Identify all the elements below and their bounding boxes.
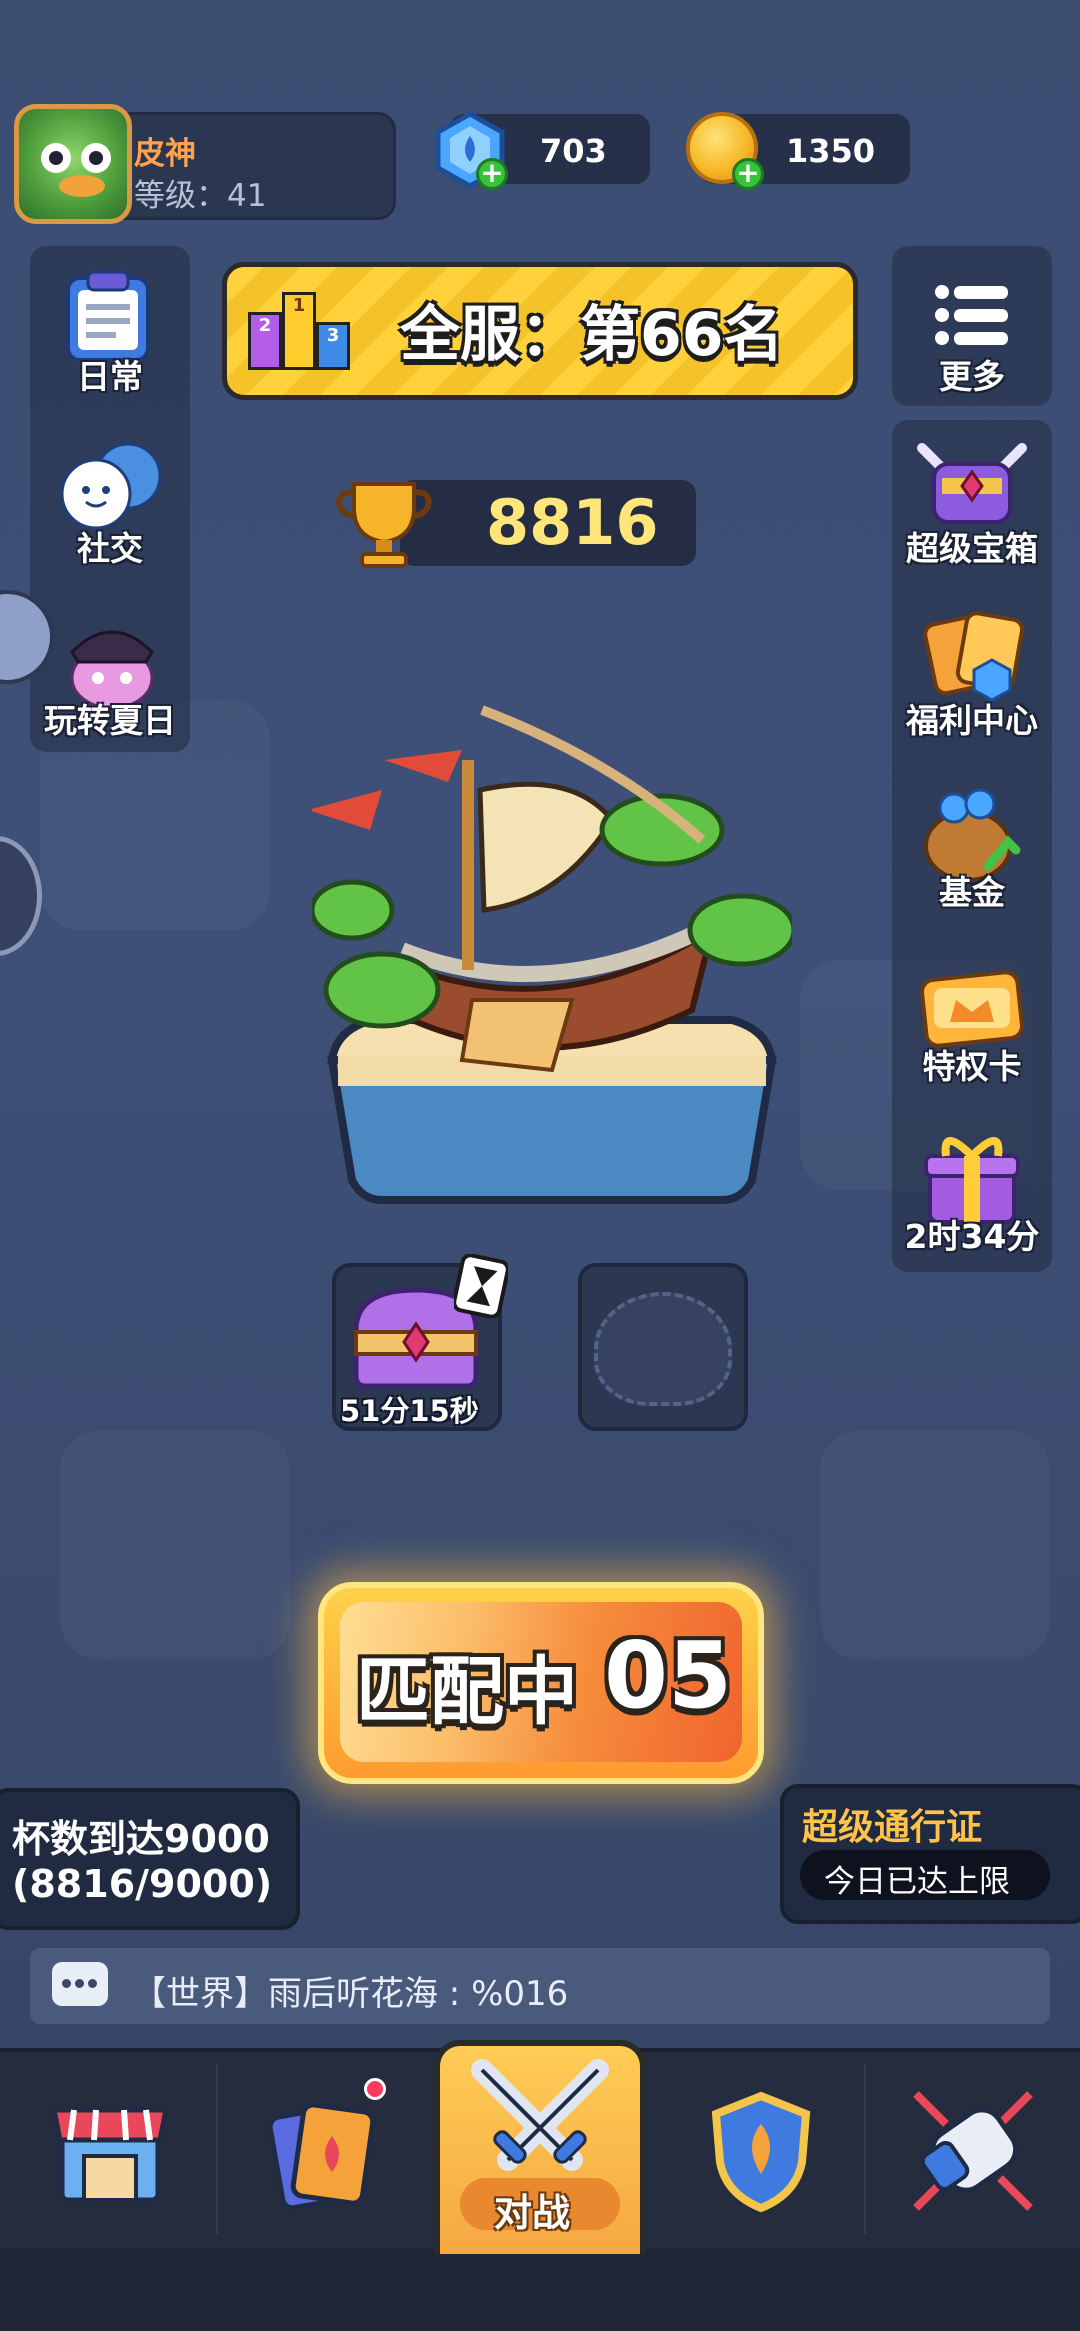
player-avatar[interactable] <box>14 104 132 224</box>
super-chest-icon <box>917 443 1027 524</box>
left-menu-social-label: 社交 <box>77 529 143 568</box>
chest-timer: 51分15秒 <box>340 1394 479 1428</box>
fund-label: 基金 <box>939 873 1005 912</box>
chat-bubbles-icon <box>60 442 162 530</box>
privilege-label: 特权卡 <box>922 1047 1022 1086</box>
gem-amount: 703 <box>540 132 607 170</box>
add-gems-button[interactable]: + <box>476 158 508 190</box>
coin-amount: 1350 <box>786 132 876 170</box>
privilege-card-icon <box>920 970 1024 1048</box>
more-menu-label: 更多 <box>939 357 1005 396</box>
left-menu-social[interactable] <box>56 440 166 532</box>
arena-island-image <box>312 705 792 1204</box>
nav-battle-label: 对战 <box>494 2191 571 2235</box>
left-menu-summer-event-label: 玩转夏日 <box>44 701 176 740</box>
nav-shop[interactable] <box>40 2090 180 2210</box>
more-menu-button[interactable] <box>932 282 1012 348</box>
matching-countdown: 05 <box>604 1622 733 1729</box>
welfare-cards-icon <box>923 611 1025 702</box>
background-tile <box>60 1430 290 1660</box>
nav-cards[interactable] <box>262 2096 386 2214</box>
battle-pass-title: 超级通行证 <box>802 1807 983 1848</box>
hourglass-icon <box>454 1254 508 1318</box>
avatar-beak <box>59 175 105 197</box>
nav-clan[interactable] <box>706 2090 816 2214</box>
player-level: 等级：41 <box>134 178 267 214</box>
add-coins-button[interactable]: + <box>732 158 764 190</box>
podium-first: 1 <box>282 292 316 370</box>
nav-divider <box>864 2064 866 2234</box>
trophy-count: 8816 <box>486 486 659 559</box>
avatar-eye <box>41 143 71 173</box>
bottom-nav-footer <box>0 2248 1080 2331</box>
crossed-swords-icon <box>471 2059 609 2171</box>
gift-timer: 2时34分 <box>904 1217 1040 1256</box>
trophy-goal-title: 杯数到达9000 <box>12 1817 270 1861</box>
nav-brawl[interactable] <box>906 2084 1040 2218</box>
podium-third: 3 <box>316 322 350 370</box>
left-menu-daily-label: 日常 <box>77 357 143 396</box>
background-tile <box>820 1430 1050 1660</box>
chat-icon <box>52 1962 108 2006</box>
edge-event-icon[interactable] <box>0 836 42 956</box>
server-rank-text: 全服：第66名 <box>400 300 784 370</box>
podium-icon: 2 1 3 <box>248 290 354 370</box>
trophy-icon <box>336 482 432 568</box>
battle-pass-status: 今日已达上限 <box>824 1864 1010 1900</box>
clan-shield-icon <box>711 2091 811 2213</box>
right-menu-welfare[interactable] <box>922 608 1026 702</box>
cards-icon <box>267 2102 376 2211</box>
menu-list-icon <box>935 285 1008 345</box>
right-menu-super-chest[interactable] <box>916 438 1028 528</box>
right-menu-privilege[interactable] <box>920 966 1024 1050</box>
world-chat-message: 【世界】雨后听花海 : %016 <box>132 1974 569 2014</box>
player-name: 皮神 <box>134 136 196 172</box>
shop-icon <box>50 2107 170 2203</box>
matching-label: 匹配中 <box>356 1649 578 1735</box>
avatar-eye <box>81 143 111 173</box>
empty-chest-placeholder <box>594 1292 732 1406</box>
super-chest-label: 超级宝箱 <box>906 529 1038 568</box>
trophy-goal-progress: (8816/9000) <box>12 1862 273 1906</box>
nav-divider <box>216 2064 218 2234</box>
podium-second: 2 <box>248 312 282 370</box>
cards-notification-badge <box>364 2078 386 2100</box>
fist-icon <box>913 2091 1033 2211</box>
welfare-label: 福利中心 <box>906 701 1038 740</box>
